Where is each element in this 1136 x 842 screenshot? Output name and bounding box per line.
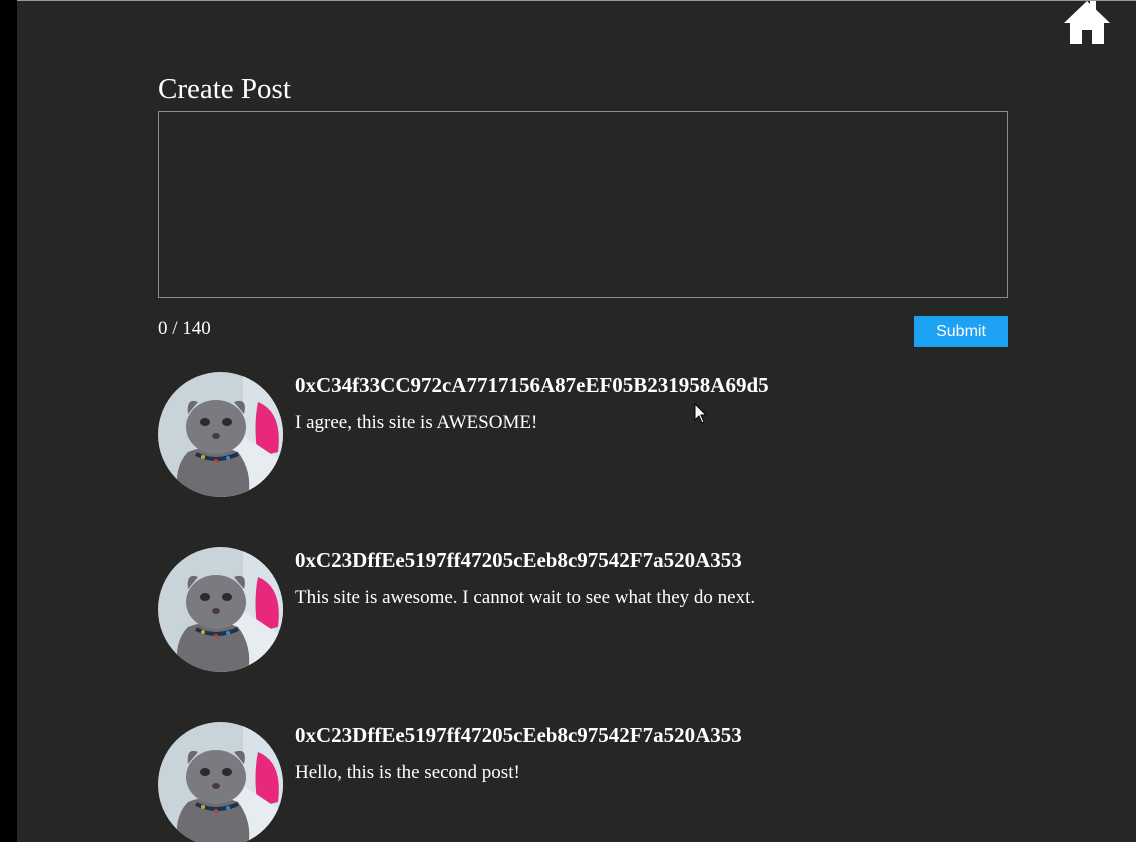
post-text: Hello, this is the second post! (295, 762, 520, 783)
cat-avatar[interactable] (158, 372, 283, 497)
post-author[interactable]: 0xC34f33CC972cA7717156A87eEF05B231958A69… (295, 372, 769, 398)
post-text: This site is awesome. I cannot wait to s… (295, 587, 756, 608)
post-textarea[interactable] (158, 111, 1008, 298)
app-container: Create Post 0 / 140 Submit 0xC34f33CC972… (17, 0, 1136, 842)
create-post-title: Create Post (158, 73, 291, 105)
post-text: I agree, this site is AWESOME! (295, 412, 538, 433)
post-author[interactable]: 0xC23DffEe5197ff47205cEeb8c97542F7a520A3… (295, 547, 742, 573)
submit-button[interactable]: Submit (914, 316, 1008, 347)
post-item: 0xC34f33CC972cA7717156A87eEF05B231958A69… (158, 372, 1008, 502)
character-counter: 0 / 140 (158, 318, 211, 339)
post-item: 0xC23DffEe5197ff47205cEeb8c97542F7a520A3… (158, 547, 1008, 677)
post-item: 0xC23DffEe5197ff47205cEeb8c97542F7a520A3… (158, 722, 1008, 842)
post-author[interactable]: 0xC23DffEe5197ff47205cEeb8c97542F7a520A3… (295, 722, 742, 748)
cat-avatar[interactable] (158, 722, 283, 842)
home-button[interactable] (1062, 1, 1112, 45)
home-icon (1064, 1, 1110, 44)
cat-avatar[interactable] (158, 547, 283, 672)
